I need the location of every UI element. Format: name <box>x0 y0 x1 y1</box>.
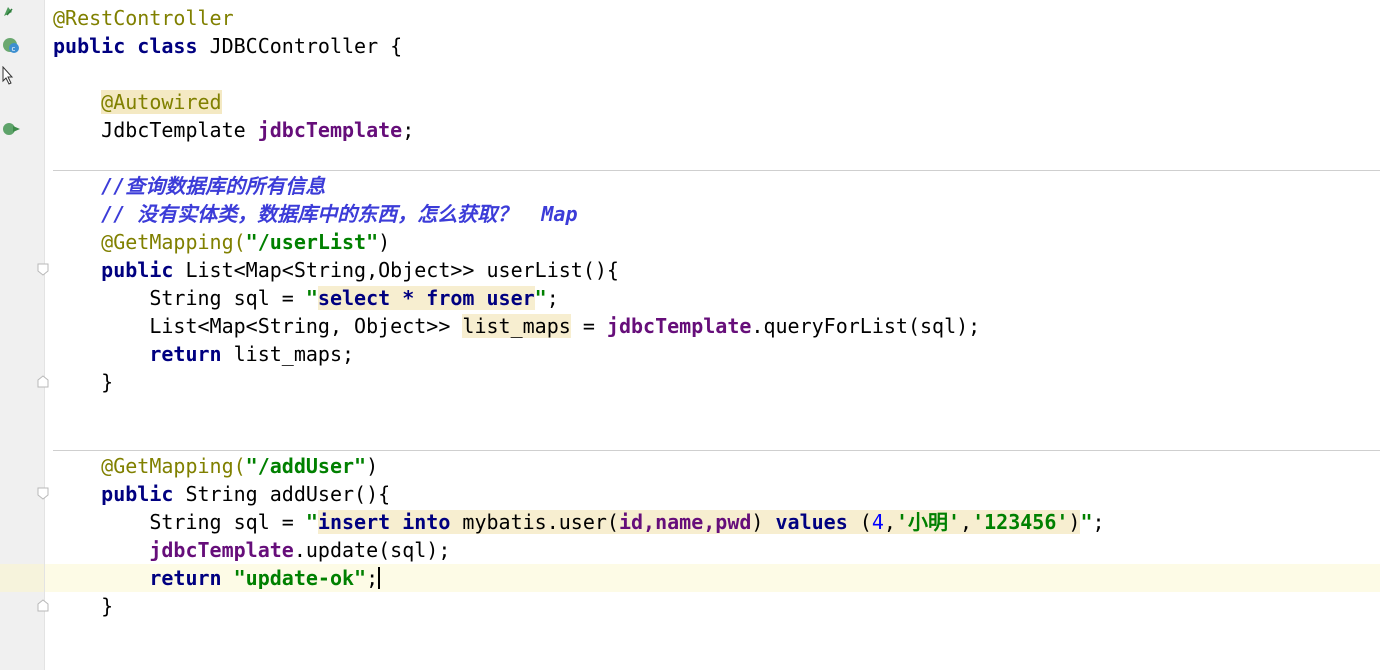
keyword: return <box>149 342 222 366</box>
mouse-pointer-icon <box>2 66 14 85</box>
method-separator <box>53 450 1380 451</box>
return-value: list_maps; <box>233 342 355 366</box>
sql-columns: id,name,pwd <box>618 510 752 534</box>
punctuation: ; <box>546 286 559 310</box>
string-quote: " <box>1080 510 1093 534</box>
code-line-userList-query[interactable]: List<Map<String, Object>> list_maps = jd… <box>53 312 1380 340</box>
code-line-addUser-close[interactable]: } <box>53 592 1380 620</box>
text-caret <box>378 567 381 589</box>
method-signature: String addUser(){ <box>185 482 391 506</box>
keyword: class <box>137 34 198 58</box>
code-line-userList-sql[interactable]: String sql = "select * from user"; <box>53 284 1380 312</box>
code-line-2[interactable]: public class JDBCController { <box>53 32 1380 60</box>
declaration: String sql = <box>149 510 306 534</box>
sql-string: '小明' <box>895 510 961 534</box>
type-name: JdbcTemplate <box>101 118 246 142</box>
code-line-addUser-return[interactable]: return "update-ok"; <box>53 564 1380 592</box>
field-name: jdbcTemplate <box>257 118 403 142</box>
sql-insert: insert into mybatis.user(id,name,pwd) va… <box>317 510 1081 534</box>
string-literal: "update-ok" <box>233 566 367 590</box>
punctuation: ) <box>751 510 776 534</box>
punctuation: , <box>960 510 973 534</box>
field-name: jdbcTemplate <box>606 314 752 338</box>
punctuation: ) <box>1068 510 1081 534</box>
string-quote: " <box>305 510 318 534</box>
sql-keyword: insert into <box>317 510 451 534</box>
keyword: public <box>101 258 174 282</box>
sql-query: select * from user <box>317 286 535 310</box>
method-separator <box>53 170 1380 171</box>
code-line-mapping-addUser[interactable]: @GetMapping("/addUser") <box>53 452 1380 480</box>
annotation: @GetMapping( <box>101 454 246 478</box>
method-call: .update(sql); <box>293 538 451 562</box>
field-name: jdbcTemplate <box>149 538 294 562</box>
code-line-userList-close[interactable]: } <box>53 368 1380 396</box>
sql-keyword: values <box>775 510 848 534</box>
string-literal: "/userList" <box>245 230 379 254</box>
type-name: List<Map<String, Object>> <box>149 314 463 338</box>
editor-gutter[interactable]: c <box>0 0 49 670</box>
svg-text:c: c <box>12 45 16 53</box>
code-line-4[interactable]: @Autowired <box>53 88 1380 116</box>
string-literal: "/addUser" <box>245 454 367 478</box>
sql-string: '123456' <box>972 510 1069 534</box>
punctuation: ; <box>366 566 379 590</box>
sql-table: mybatis.user( <box>450 510 619 534</box>
keyword: return <box>149 566 222 590</box>
autowired-bean-icon[interactable] <box>1 120 23 138</box>
spring-class-icon[interactable]: c <box>1 36 23 56</box>
code-line-mapping-userList[interactable]: @GetMapping("/userList") <box>53 228 1380 256</box>
code-line-addUser-update[interactable]: jdbcTemplate.update(sql); <box>53 536 1380 564</box>
code-line-addUser-signature[interactable]: public String addUser(){ <box>53 480 1380 508</box>
class-name: JDBCController { <box>209 34 403 58</box>
string-quote: " <box>305 286 318 310</box>
code-line-1[interactable]: @RestController <box>53 4 1380 32</box>
punctuation: ( <box>847 510 872 534</box>
code-line-userList-signature[interactable]: public List<Map<String,Object>> userList… <box>53 256 1380 284</box>
method-call: .queryForList(sql); <box>751 314 981 338</box>
punctuation: ) <box>366 454 379 478</box>
annotation: @RestController <box>53 6 234 30</box>
keyword: public <box>101 482 174 506</box>
gutter-current-line <box>0 564 44 592</box>
brace: } <box>101 594 114 618</box>
comment: //查询数据库的所有信息 <box>101 174 326 198</box>
comment: // 没有实体类，数据库中的东西，怎么获取？ Map <box>101 202 578 226</box>
code-line-addUser-sql[interactable]: String sql = "insert into mybatis.user(i… <box>53 508 1380 536</box>
code-line-comment-2[interactable]: // 没有实体类，数据库中的东西，怎么获取？ Map <box>53 200 1380 228</box>
method-signature: List<Map<String,Object>> userList(){ <box>185 258 619 282</box>
bean-icon[interactable] <box>1 4 15 20</box>
punctuation: ; <box>402 118 415 142</box>
code-line-comment-1[interactable]: //查询数据库的所有信息 <box>53 172 1380 200</box>
annotation: @GetMapping( <box>101 230 246 254</box>
string-quote: " <box>534 286 547 310</box>
declaration: String sql = <box>149 286 306 310</box>
annotation: @Autowired <box>101 90 222 114</box>
sql-number: 4 <box>871 510 884 534</box>
punctuation: , <box>883 510 896 534</box>
code-line-userList-return[interactable]: return list_maps; <box>53 340 1380 368</box>
punctuation: ; <box>1092 510 1105 534</box>
code-line-5[interactable]: JdbcTemplate jdbcTemplate; <box>53 116 1380 144</box>
brace: } <box>101 370 114 394</box>
variable-name: list_maps <box>462 314 571 338</box>
punctuation: ) <box>378 230 391 254</box>
keyword: public <box>53 34 126 58</box>
code-editor[interactable]: @RestController public class JDBCControl… <box>45 0 1380 670</box>
operator: = <box>570 314 607 338</box>
